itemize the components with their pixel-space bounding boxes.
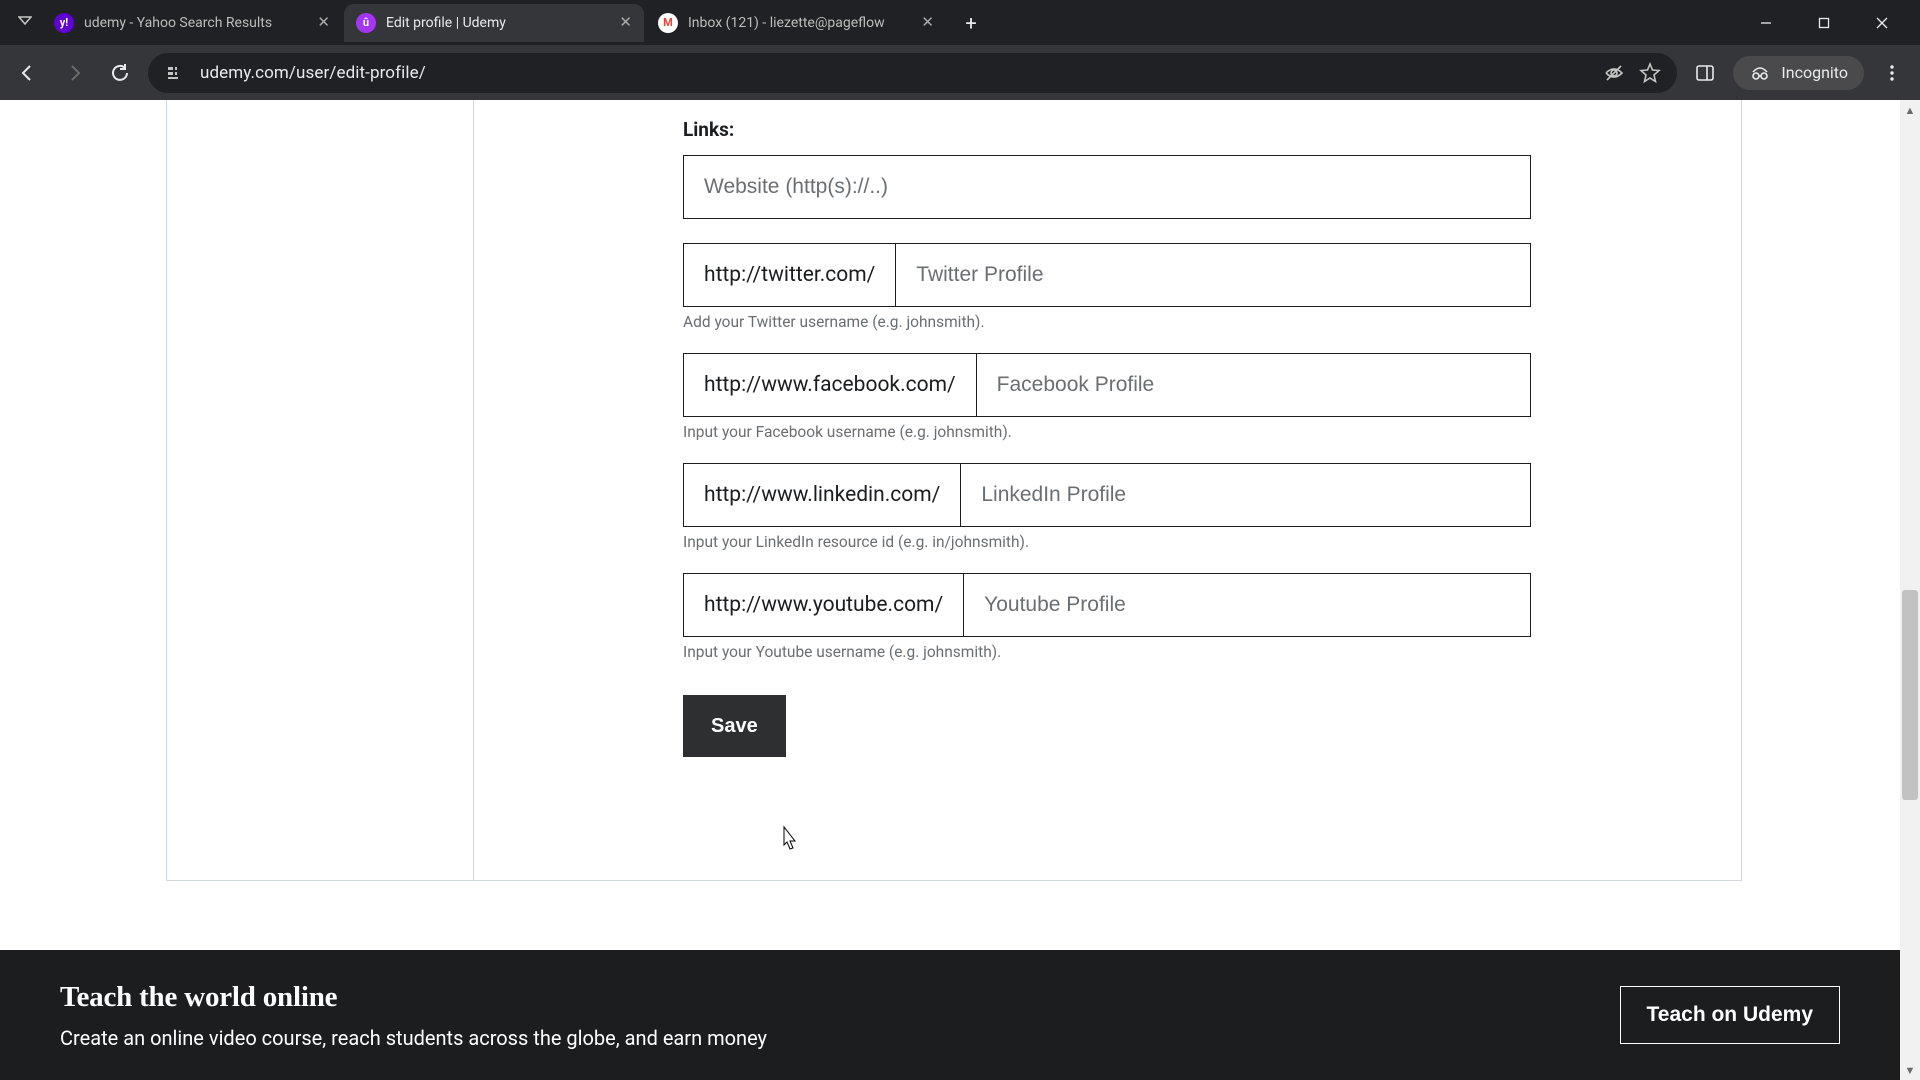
youtube-prefix: http://www.youtube.com/ bbox=[684, 574, 964, 636]
twitter-prefix: http://twitter.com/ bbox=[684, 244, 896, 306]
linkedin-row: http://www.linkedin.com/ bbox=[683, 463, 1531, 527]
back-button[interactable] bbox=[10, 55, 46, 91]
url-text: udemy.com/user/edit-profile/ bbox=[200, 63, 1589, 83]
linkedin-input[interactable] bbox=[961, 464, 1530, 526]
youtube-input[interactable] bbox=[964, 574, 1530, 636]
linkedin-prefix: http://www.linkedin.com/ bbox=[684, 464, 961, 526]
forward-button[interactable] bbox=[56, 55, 92, 91]
tab-bar: y! udemy - Yahoo Search Results ✕ û Edit… bbox=[0, 0, 1920, 45]
incognito-indicator[interactable]: Incognito bbox=[1733, 56, 1864, 90]
youtube-row: http://www.youtube.com/ bbox=[683, 573, 1531, 637]
twitter-input[interactable] bbox=[896, 244, 1530, 306]
scroll-up-arrow-icon[interactable]: ▲ bbox=[1900, 100, 1920, 120]
tab-yahoo[interactable]: y! udemy - Yahoo Search Results ✕ bbox=[42, 4, 342, 42]
incognito-label: Incognito bbox=[1781, 63, 1848, 82]
teach-cta-button[interactable]: Teach on Udemy bbox=[1620, 986, 1840, 1044]
address-bar[interactable]: udemy.com/user/edit-profile/ bbox=[148, 53, 1677, 93]
window-controls bbox=[1740, 3, 1912, 43]
linkedin-helper: Input your LinkedIn resource id (e.g. in… bbox=[683, 533, 1531, 551]
banner-sub: Create an online video course, reach stu… bbox=[60, 1026, 767, 1050]
udemy-favicon-icon: û bbox=[356, 13, 376, 33]
side-panel-button[interactable] bbox=[1687, 55, 1723, 91]
close-icon[interactable]: ✕ bbox=[317, 15, 330, 30]
yahoo-favicon-icon: y! bbox=[54, 13, 74, 33]
minimize-button[interactable] bbox=[1740, 3, 1792, 43]
close-icon[interactable]: ✕ bbox=[921, 15, 934, 30]
facebook-input[interactable] bbox=[977, 354, 1530, 416]
tab-gmail[interactable]: M Inbox (121) - liezette@pageflow ✕ bbox=[646, 4, 946, 42]
tab-title: Edit profile | Udemy bbox=[386, 15, 609, 31]
reload-button[interactable] bbox=[102, 55, 138, 91]
close-icon[interactable]: ✕ bbox=[619, 15, 632, 30]
tab-title: udemy - Yahoo Search Results bbox=[84, 15, 307, 31]
scrollbar-thumb[interactable] bbox=[1902, 590, 1918, 800]
twitter-helper: Add your Twitter username (e.g. johnsmit… bbox=[683, 313, 1531, 331]
card-bottom-border bbox=[166, 880, 1742, 881]
tab-search-button[interactable] bbox=[8, 6, 42, 40]
new-tab-button[interactable]: + bbox=[956, 8, 986, 38]
sidebar-divider bbox=[473, 100, 474, 880]
profile-page-card: Links: http://twitter.com/ Add your Twit… bbox=[166, 100, 1742, 880]
vertical-scrollbar[interactable]: ▲ ▼ bbox=[1900, 100, 1920, 1080]
facebook-helper: Input your Facebook username (e.g. johns… bbox=[683, 423, 1531, 441]
browser-toolbar: udemy.com/user/edit-profile/ Incognito bbox=[0, 45, 1920, 100]
banner-heading: Teach the world online bbox=[60, 981, 767, 1014]
eye-off-icon[interactable] bbox=[1603, 62, 1625, 84]
save-button[interactable]: Save bbox=[683, 695, 786, 757]
youtube-helper: Input your Youtube username (e.g. johnsm… bbox=[683, 643, 1531, 661]
page-viewport: Links: http://twitter.com/ Add your Twit… bbox=[0, 100, 1920, 1080]
gmail-favicon-icon: M bbox=[658, 13, 678, 33]
close-window-button[interactable] bbox=[1856, 3, 1908, 43]
website-input[interactable] bbox=[683, 155, 1531, 219]
maximize-button[interactable] bbox=[1798, 3, 1850, 43]
bookmark-star-icon[interactable] bbox=[1639, 62, 1661, 84]
kebab-menu-button[interactable] bbox=[1874, 55, 1910, 91]
facebook-row: http://www.facebook.com/ bbox=[683, 353, 1531, 417]
tab-title: Inbox (121) - liezette@pageflow bbox=[688, 15, 911, 31]
site-settings-icon[interactable] bbox=[164, 62, 186, 84]
tab-udemy[interactable]: û Edit profile | Udemy ✕ bbox=[344, 4, 644, 42]
links-form: Links: http://twitter.com/ Add your Twit… bbox=[683, 118, 1531, 757]
browser-chrome: y! udemy - Yahoo Search Results ✕ û Edit… bbox=[0, 0, 1920, 100]
twitter-row: http://twitter.com/ bbox=[683, 243, 1531, 307]
links-section-label: Links: bbox=[683, 118, 1531, 141]
teach-banner: Teach the world online Create an online … bbox=[0, 950, 1900, 1080]
scroll-down-arrow-icon[interactable]: ▼ bbox=[1900, 1060, 1920, 1080]
facebook-prefix: http://www.facebook.com/ bbox=[684, 354, 977, 416]
incognito-icon bbox=[1749, 62, 1771, 84]
